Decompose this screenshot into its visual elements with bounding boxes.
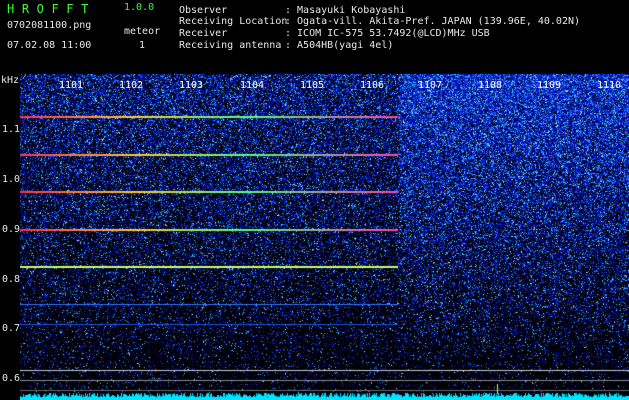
x-tick-label: 1108 (478, 80, 503, 91)
antenna-value: : A504HB(yagi 4el) (285, 40, 394, 51)
spectrogram-canvas (20, 74, 629, 400)
location-label: Receiving Location (179, 16, 288, 27)
y-tick-label: 0.9 (2, 224, 21, 235)
x-tick-label: 1106 (360, 80, 385, 91)
location-value: : Ogata-vill. Akita-Pref. JAPAN (139.96E… (285, 16, 581, 27)
app-title: HROFFT (7, 2, 96, 16)
y-axis-title: kHz (1, 75, 20, 86)
x-tick-label: 1105 (300, 80, 325, 91)
meteor-label: meteor (124, 26, 161, 37)
antenna-label: Receiving antenna (179, 40, 282, 51)
y-tick-label: 0.7 (2, 323, 21, 334)
receiver-value: : ICOM IC-575 53.7492(@LCD)MHz USB (285, 28, 490, 39)
x-tick-label: 1103 (179, 80, 204, 91)
x-tick-label: 1107 (418, 80, 443, 91)
y-tick-label: 1.0 (2, 174, 21, 185)
image-filename: 0702081100.png (7, 20, 92, 31)
x-tick-label: 1102 (119, 80, 144, 91)
y-tick-label: 0.8 (2, 274, 21, 285)
receiver-label: Receiver (179, 28, 228, 39)
observer-label: Observer (179, 5, 228, 16)
x-tick-label: 1110 (597, 80, 622, 91)
x-tick-label: 1101 (59, 80, 84, 91)
x-tick-label: 1104 (240, 80, 265, 91)
observer-value: : Masayuki Kobayashi (285, 5, 406, 16)
capture-datetime: 07.02.08 11:00 (7, 40, 92, 51)
meteor-count: 1 (139, 40, 146, 51)
app-version: 1.0.0 (124, 2, 155, 13)
y-tick-label: 0.6 (2, 373, 21, 384)
x-tick-label: 1109 (537, 80, 562, 91)
y-tick-label: 1.1 (2, 124, 21, 135)
header-panel: HROFFT 1.0.0 0702081100.png meteor 07.02… (0, 0, 629, 74)
